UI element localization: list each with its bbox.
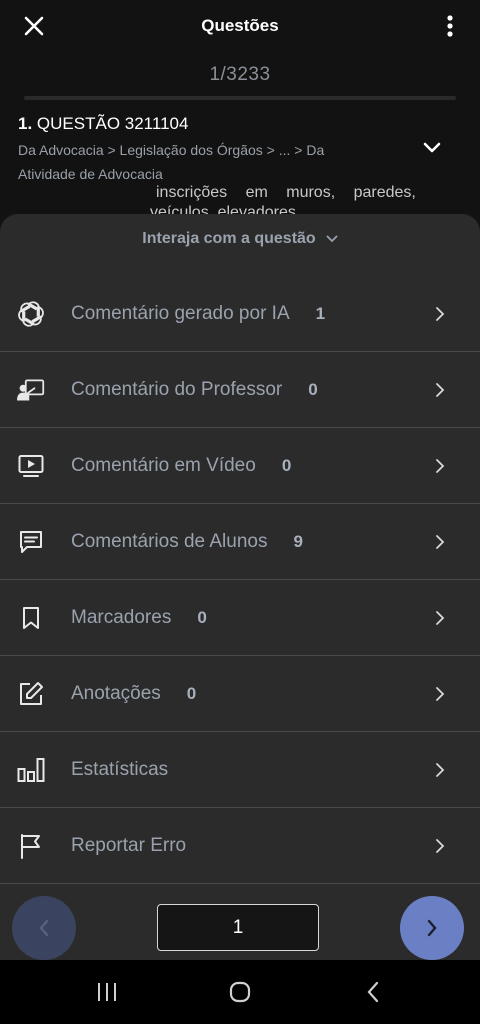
next-question-button[interactable]: [400, 896, 464, 960]
sheet-toggle[interactable]: Interaja com a questão: [0, 228, 480, 250]
edit-note-icon: [17, 680, 45, 708]
comment-icon: [17, 528, 45, 556]
breadcrumb-line-2: Atividade de Advocacia: [18, 166, 163, 182]
home-icon: [229, 981, 251, 1003]
menu-item-label: Marcadores: [71, 606, 172, 628]
bookmark-icon: [17, 604, 45, 632]
chevron-left-icon: [39, 919, 49, 937]
chevron-right-icon: [430, 606, 450, 630]
menu-item-label: Comentário em Vídeo: [71, 454, 256, 476]
chevron-right-icon: [430, 834, 450, 858]
menu-item-notes[interactable]: Anotações 0: [0, 656, 480, 732]
progress-track: [24, 96, 456, 100]
previous-question-button[interactable]: [12, 896, 76, 960]
more-options-button[interactable]: [438, 10, 462, 42]
close-button[interactable]: [18, 10, 50, 42]
pager-bar: [0, 884, 480, 960]
breadcrumb-line-1: Da Advocacia > Legislação dos Órgãos > .…: [18, 142, 325, 158]
menu-item-count: 1: [315, 303, 326, 323]
ai-openai-icon: [17, 300, 45, 328]
chevron-right-icon: [427, 919, 437, 937]
menu-item-count: 0: [197, 607, 207, 627]
question-number: 1.: [18, 114, 33, 133]
menu-item-label: Comentários de Alunos: [71, 530, 268, 552]
menu-item-statistics[interactable]: Estatísticas: [0, 732, 480, 808]
recent-apps-icon: [97, 983, 116, 1001]
menu-item-label: Estatísticas: [71, 758, 169, 780]
home-button[interactable]: [220, 972, 260, 1012]
chevron-right-icon: [430, 682, 450, 706]
expand-question-button[interactable]: [418, 134, 446, 162]
menu-item-label: Anotações: [71, 682, 161, 704]
teacher-icon: [17, 376, 45, 404]
question-counter: 1/3233: [209, 64, 271, 85]
chevron-right-icon: [430, 530, 450, 554]
menu-item-bookmarks[interactable]: Marcadores 0: [0, 580, 480, 656]
page-title: Questões: [201, 16, 279, 35]
back-icon: [367, 981, 379, 1003]
menu-item-teacher-comment[interactable]: Comentário do Professor 0: [0, 352, 480, 428]
menu-item-ai-comment[interactable]: Comentário gerado por IA 1: [0, 276, 480, 352]
sheet-toggle-label: Interaja com a questão: [142, 230, 316, 247]
question-body-text: inscrições em muros, paredes,: [156, 184, 416, 201]
menu-item-video-comment[interactable]: Comentário em Vídeo 0: [0, 428, 480, 504]
chevron-right-icon: [430, 378, 450, 402]
more-vertical-icon: [447, 15, 453, 37]
menu-item-count: 0: [308, 379, 318, 399]
flag-icon: [17, 832, 45, 860]
recent-apps-button[interactable]: [87, 972, 127, 1012]
menu-item-count: 9: [293, 531, 303, 551]
chevron-right-icon: [430, 302, 450, 326]
chevron-down-icon: [326, 235, 338, 243]
video-icon: [17, 452, 45, 480]
menu-item-report-error[interactable]: Reportar Erro: [0, 808, 480, 884]
system-nav-bar: [0, 960, 480, 1024]
question-header: 1. QUESTÃO 3211104 Da Advocacia > Legisl…: [18, 114, 418, 186]
question-title: 1. QUESTÃO 3211104: [18, 114, 418, 134]
back-button[interactable]: [353, 972, 393, 1012]
bar-chart-icon: [17, 756, 45, 784]
page-number-input[interactable]: [157, 904, 319, 951]
question-id: QUESTÃO 3211104: [36, 114, 189, 133]
menu-item-count: 0: [281, 455, 292, 475]
close-icon: [24, 16, 44, 36]
menu-item-label: Comentário do Professor: [71, 378, 283, 400]
menu-item-student-comments[interactable]: Comentários de Alunos 9: [0, 504, 480, 580]
menu-item-label: Comentário gerado por IA: [71, 302, 290, 324]
breadcrumb: Da Advocacia > Legislação dos Órgãos > .…: [18, 138, 418, 186]
interaction-menu: Comentário gerado por IA 1 Comentário do…: [0, 276, 480, 884]
menu-item-count: 0: [186, 683, 197, 703]
menu-item-label: Reportar Erro: [71, 834, 187, 856]
chevron-down-icon: [423, 142, 441, 153]
chevron-right-icon: [430, 758, 450, 782]
app-header: Questões: [0, 0, 480, 52]
chevron-right-icon: [430, 454, 450, 478]
interaction-sheet: Interaja com a questão Comentário gerado…: [0, 214, 480, 960]
